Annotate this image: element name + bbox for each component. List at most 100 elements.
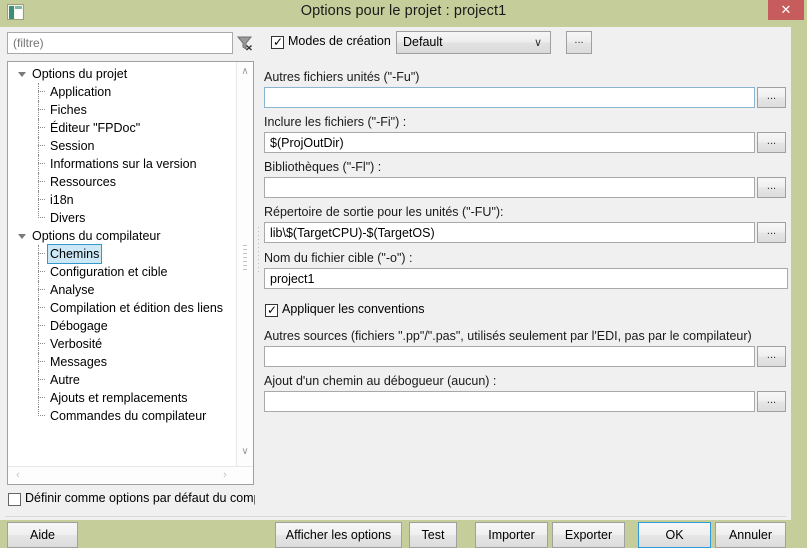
window-title: Options pour le projet : project1	[300, 3, 507, 19]
tree-item-label: Messages	[50, 355, 107, 369]
tree-item-d-bogage[interactable]: Débogage	[8, 317, 238, 335]
tree-item-options-du-compilateur[interactable]: Options du compilateur	[8, 227, 238, 245]
field-input-1[interactable]	[264, 132, 755, 153]
tree-item-label: Session	[50, 139, 95, 153]
title-bar: Options pour le projet : project1 ✕	[0, 0, 807, 27]
tree-item-ressources[interactable]: Ressources	[8, 173, 238, 191]
tree-connector-line	[38, 217, 45, 218]
tree-connector-line	[38, 335, 39, 353]
browse-button-2[interactable]: ...	[757, 177, 786, 198]
panel-splitter[interactable]	[257, 227, 260, 287]
browse-button-1[interactable]: ...	[757, 132, 786, 153]
import-button[interactable]: Importer	[475, 522, 548, 548]
tree-item-divers[interactable]: Divers	[8, 209, 238, 227]
collapse-triangle-icon[interactable]	[18, 72, 26, 77]
footer-divider	[5, 516, 786, 517]
scroll-up-icon[interactable]: ∧	[237, 64, 253, 80]
build-modes-label: Modes de création	[288, 34, 391, 48]
field-label-0: Autres fichiers unités ("-Fu")	[264, 70, 420, 84]
tree-connector-line	[38, 101, 39, 119]
tree-item-label: Commandes du compilateur	[50, 409, 207, 423]
tree-connector-line	[38, 155, 39, 173]
build-modes-checkbox[interactable]: ✓	[271, 35, 284, 49]
checkmark-icon: ✓	[267, 303, 278, 317]
tree-item-compilation-et-dition-des-liens[interactable]: Compilation et édition des liens	[8, 299, 238, 317]
tree-item-label: Éditeur "FPDoc"	[50, 121, 141, 135]
tree-item-informations-sur-la-version[interactable]: Informations sur la version	[8, 155, 238, 173]
apply-conventions-checkbox[interactable]: ✓	[265, 303, 278, 317]
build-mode-select[interactable]: Default ∨	[396, 31, 551, 54]
browse-button-0[interactable]: ...	[757, 87, 786, 108]
tree-item-chemins[interactable]: Chemins	[8, 244, 238, 264]
browse-button-3[interactable]: ...	[757, 222, 786, 243]
tree-horizontal-scrollbar[interactable]: ‹ ›	[8, 466, 253, 484]
tree-item-label: Chemins	[47, 244, 103, 264]
build-mode-value: Default	[403, 35, 443, 49]
scroll-left-icon[interactable]: ‹	[10, 467, 26, 484]
tree-connector-line	[38, 389, 39, 407]
field-input-2[interactable]	[264, 177, 755, 198]
options-tree[interactable]: Options du projet Application Fiches Éditeu…	[7, 61, 254, 485]
tree-item-label: Analyse	[50, 283, 95, 297]
tree-item-session[interactable]: Session	[8, 137, 238, 155]
tree-connector-line	[38, 181, 45, 182]
tree-connector-line	[38, 407, 39, 416]
tree-connector-line	[38, 127, 45, 128]
tree-item-label: Informations sur la version	[50, 157, 197, 171]
tree-item-verbosit[interactable]: Verbosité	[8, 335, 238, 353]
export-button[interactable]: Exporter	[552, 522, 625, 548]
tree-item-commandes-du-compilateur[interactable]: Commandes du compilateur	[8, 407, 238, 425]
default-compiler-options-checkbox[interactable]	[8, 493, 21, 506]
tree-item-label: i18n	[50, 193, 74, 207]
close-icon: ✕	[780, 2, 792, 17]
field-label-6: Ajout d'un chemin au débogueur (aucun) :	[264, 374, 497, 388]
scrollbar-thumb-grip[interactable]	[243, 245, 247, 271]
browse-button-5[interactable]: ...	[757, 346, 786, 367]
tree-item-autre[interactable]: Autre	[8, 371, 238, 389]
field-label-1: Inclure les fichiers ("-Fi") :	[264, 115, 407, 129]
tree-item-list: Options du projet Application Fiches Éditeu…	[8, 65, 238, 425]
field-input-4[interactable]	[264, 268, 788, 289]
tree-item-diteur-fpdoc[interactable]: Éditeur "FPDoc"	[8, 119, 238, 137]
tree-connector-line	[38, 325, 45, 326]
tree-connector-line	[38, 109, 45, 110]
tree-item-configuration-et-cible[interactable]: Configuration et cible	[8, 263, 238, 281]
tree-item-label: Configuration et cible	[50, 265, 168, 279]
field-input-5[interactable]	[264, 346, 755, 367]
test-button[interactable]: Test	[409, 522, 457, 548]
tree-vertical-scrollbar[interactable]: ∧ ∨	[236, 62, 253, 484]
close-button[interactable]: ✕	[768, 0, 804, 20]
tree-connector-line	[38, 163, 45, 164]
scroll-right-icon[interactable]: ›	[217, 467, 233, 484]
tree-item-options-du-projet[interactable]: Options du projet	[8, 65, 238, 83]
field-input-6[interactable]	[264, 391, 755, 412]
field-input-0[interactable]	[264, 87, 755, 108]
tree-item-fiches[interactable]: Fiches	[8, 101, 238, 119]
scroll-down-icon[interactable]: ∨	[237, 444, 253, 460]
tree-item-i18n[interactable]: i18n	[8, 191, 238, 209]
cancel-button[interactable]: Annuler	[715, 522, 786, 548]
tree-item-label: Options du compilateur	[32, 229, 161, 243]
tree-connector-line	[38, 415, 45, 416]
tree-connector-line	[38, 281, 39, 299]
collapse-triangle-icon[interactable]	[18, 234, 26, 239]
filter-input[interactable]	[7, 32, 233, 54]
tree-item-analyse[interactable]: Analyse	[8, 281, 238, 299]
show-options-button[interactable]: Afficher les options	[275, 522, 402, 548]
tree-connector-line	[38, 119, 39, 137]
help-button[interactable]: Aide	[7, 522, 78, 548]
tree-item-application[interactable]: Application	[8, 83, 238, 101]
ok-button[interactable]: OK	[638, 522, 711, 548]
tree-item-ajouts-et-remplacements[interactable]: Ajouts et remplacements	[8, 389, 238, 407]
browse-button-6[interactable]: ...	[757, 391, 786, 412]
filter-clear-icon[interactable]	[234, 32, 257, 54]
tree-item-messages[interactable]: Messages	[8, 353, 238, 371]
tree-connector-line	[38, 343, 45, 344]
field-label-5: Autres sources (fichiers ".pp"/".pas", u…	[264, 329, 752, 343]
paths-options-panel: ✓ Appliquer les conventions Autres fichi…	[262, 61, 788, 416]
build-modes-more-button[interactable]: ...	[566, 31, 592, 54]
tree-connector-line	[38, 173, 39, 191]
tree-connector-line	[38, 253, 45, 254]
tree-item-label: Divers	[50, 211, 86, 225]
field-input-3[interactable]	[264, 222, 755, 243]
